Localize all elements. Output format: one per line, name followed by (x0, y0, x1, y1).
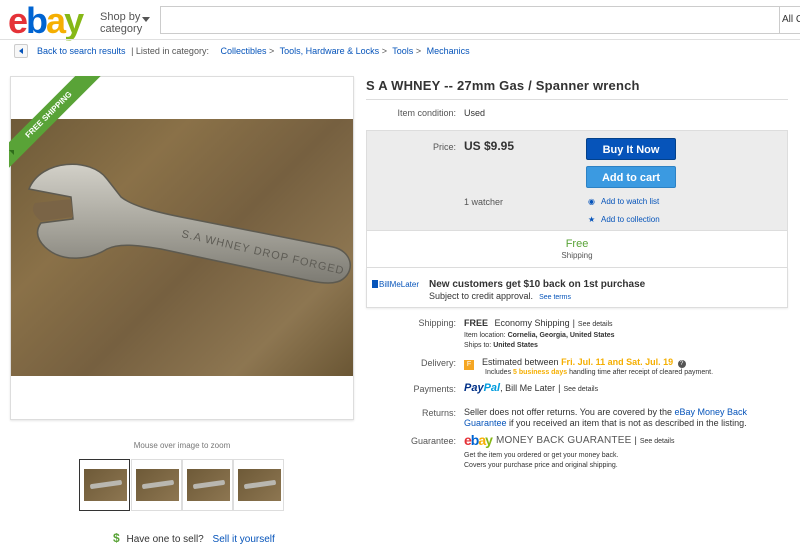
zoom-hint: Mouse over image to zoom (133, 441, 231, 450)
chevron-down-icon[interactable] (142, 17, 150, 22)
bill-me-later-icon (372, 280, 378, 288)
ships-to: Ships to: United States (464, 342, 538, 349)
condition-label: Item condition: (397, 108, 456, 118)
bill-me-later-logo: BillMeLater (372, 280, 419, 289)
thumbnail-image (187, 469, 230, 501)
thumbnail-1[interactable] (79, 459, 130, 511)
breadcrumb-separator: > (415, 46, 422, 56)
ebay-mini-logo: ebay (464, 432, 493, 448)
guarantee-line-1: Get the item you ordered or get your mon… (464, 452, 619, 459)
sell-question: Have one to sell? (126, 534, 204, 545)
header-divider (0, 39, 800, 40)
condition-value: Used (464, 108, 486, 118)
header: ebay Shop by category All C (0, 0, 800, 40)
thumbnail-2[interactable] (131, 459, 182, 511)
listed-in-label: | Listed in category: (131, 46, 209, 56)
item-title: S A WHNEY -- 27mm Gas / Spanner wrench (366, 78, 640, 93)
delivery-handling: Includes 5 business days handling time a… (485, 369, 714, 376)
free-label: Free (565, 238, 589, 250)
ebay-logo[interactable]: ebay (8, 3, 84, 39)
thumbnail-image (238, 469, 281, 501)
thumbnail-image (84, 469, 127, 501)
sell-prompt: $ Have one to sell? Sell it yourself (113, 531, 275, 545)
guarantee-label: Guarantee: (410, 436, 456, 446)
shipping-label-row: Shipping: (418, 318, 456, 328)
shipping-label: Shipping (561, 251, 593, 260)
bill-me-later-headline: New customers get $10 back on 1st purcha… (429, 279, 646, 290)
shipping-see-details-link[interactable]: See details (578, 321, 613, 328)
search-category-select[interactable]: All C (780, 6, 800, 34)
back-to-search-link[interactable]: Back to search results (37, 46, 126, 56)
sell-it-yourself-link[interactable]: Sell it yourself (213, 534, 275, 545)
shipping-value: FREE Economy Shipping | See details (464, 318, 613, 328)
paypal-logo: PayPal (464, 382, 501, 394)
item-location: Item location: Cornelia, Georgia, United… (464, 332, 615, 339)
add-to-collection[interactable]: ★ Add to collection (588, 215, 660, 224)
add-to-watch-list[interactable]: ◉ Add to watch list (588, 197, 659, 206)
free-shipping-ribbon: FREE SHIPPING (9, 76, 109, 176)
bill-me-later-sub: Subject to credit approval. See terms (429, 291, 571, 301)
help-icon[interactable]: ? (677, 360, 686, 368)
collection-link[interactable]: Add to collection (601, 215, 660, 224)
breadcrumb-separator: > (381, 46, 387, 56)
thumbnail-image (136, 469, 179, 501)
star-icon: ★ (588, 215, 596, 224)
thumbnail-4[interactable] (233, 459, 284, 511)
flag-icon: F (464, 360, 474, 370)
guarantee-line-2: Covers your purchase price and original … (464, 462, 618, 469)
payments-label: Payments: (413, 384, 456, 394)
title-divider (366, 99, 788, 100)
payments-see-details-link[interactable]: See details (563, 386, 598, 393)
thumbnail-3[interactable] (182, 459, 233, 511)
watch-list-link[interactable]: Add to watch list (601, 197, 659, 206)
search-input[interactable] (160, 6, 780, 34)
dollar-icon: $ (113, 531, 120, 545)
delivery-label: Delivery: (420, 358, 456, 368)
buy-it-now-button[interactable]: Buy It Now (586, 138, 676, 160)
guarantee-see-details-link[interactable]: See details (640, 438, 675, 445)
breadcrumb-tools-hardware-locks[interactable]: Tools, Hardware & Locks (280, 46, 380, 56)
guarantee-value: ebay MONEY BACK GUARANTEE | See details (464, 432, 675, 448)
see-terms-link[interactable]: See terms (539, 294, 571, 301)
ribbon-fold (9, 150, 14, 155)
add-to-cart-button[interactable]: Add to cart (586, 166, 676, 188)
watcher-count: 1 watcher (464, 197, 504, 207)
returns-label: Returns: (421, 408, 456, 418)
breadcrumb-mechanics[interactable]: Mechanics (427, 46, 470, 56)
breadcrumb-separator: > (269, 46, 275, 56)
price-label: Price: (432, 142, 456, 152)
eye-icon: ◉ (588, 197, 595, 206)
breadcrumb-tools[interactable]: Tools (392, 46, 413, 56)
returns-value: Seller does not offer returns. You are c… (464, 407, 748, 428)
free-shipping-label: FREE SHIPPING (9, 76, 105, 171)
breadcrumb-trail: Back to search results | Listed in categ… (37, 46, 470, 56)
payments-value: PayPal, Bill Me Later | See details (464, 382, 599, 394)
price-value: US $9.95 (464, 139, 515, 153)
breadcrumb-collectibles[interactable]: Collectibles (220, 46, 266, 56)
shop-by-category-button[interactable]: Shop by category (100, 11, 142, 35)
back-arrow-icon[interactable] (14, 44, 28, 58)
